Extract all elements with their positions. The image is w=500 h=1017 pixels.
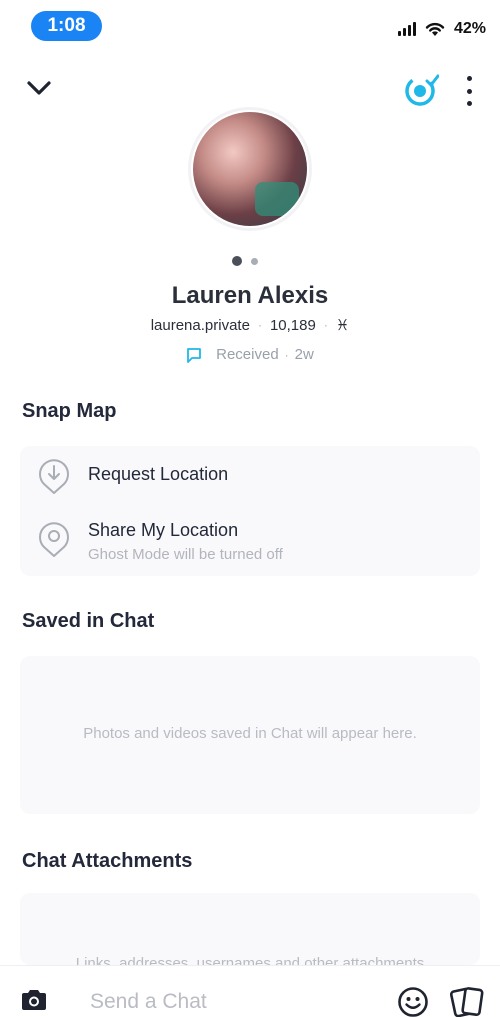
chat-bubble-icon (187, 347, 202, 363)
emoji-icon[interactable] (397, 986, 429, 1017)
profile-meta: laurena.private · 10,189 · ♓ (0, 316, 500, 335)
chat-attachments-card: Links, addresses, usernames and other at… (20, 893, 480, 965)
request-location-label: Request Location (88, 464, 229, 484)
chat-attachments-empty: Links, addresses, usernames and other at… (75, 955, 425, 965)
meta-separator: · (284, 347, 289, 362)
snap-map-card: Request Location Share My Location Ghost… (20, 446, 480, 576)
profile-name: Lauren Alexis (171, 282, 329, 309)
status-time: 1:08 (31, 11, 102, 41)
friend-check-icon[interactable] (403, 72, 439, 108)
snap-map-title: Snap Map (22, 400, 117, 422)
chat-status-age: 2w (294, 346, 314, 363)
zodiac-icon: ♓ (335, 317, 350, 334)
meta-separator: · (323, 318, 328, 332)
download-location-icon (39, 459, 69, 494)
wifi-icon (425, 22, 445, 36)
battery-level: 42% (453, 20, 486, 37)
camera-icon[interactable] (20, 988, 48, 1012)
sticker-icon[interactable] (450, 986, 484, 1017)
share-location-button[interactable]: Share My Location Ghost Mode will be tur… (20, 506, 480, 572)
chat-input[interactable] (90, 988, 370, 1016)
page-dot-inactive (251, 257, 258, 265)
share-location-subtext: Ghost Mode will be turned off (88, 546, 283, 563)
more-vertical-icon[interactable] (464, 76, 474, 106)
avatar (193, 112, 307, 226)
saved-in-chat-card: Photos and videos saved in Chat will app… (20, 656, 480, 814)
signal-icon (397, 22, 416, 36)
snap-score: 10,189 (269, 316, 316, 334)
chat-attachments-title: Chat Attachments (22, 850, 193, 872)
avatar-page-indicator (232, 256, 258, 266)
status-bar: 1:08 42% (0, 0, 500, 52)
page-dot-active (232, 256, 242, 266)
saved-in-chat-empty: Photos and videos saved in Chat will app… (83, 725, 417, 742)
location-pin-icon (39, 522, 69, 557)
status-indicators: 42% (397, 20, 486, 38)
saved-in-chat-title: Saved in Chat (22, 610, 155, 632)
meta-separator: · (257, 318, 262, 332)
chat-bar (0, 965, 500, 1017)
share-location-label: Share My Location (88, 520, 239, 540)
request-location-button[interactable]: Request Location (20, 446, 480, 504)
chevron-down-icon[interactable] (26, 78, 52, 98)
username: laurena.private (150, 316, 250, 334)
chat-status: Received · 2w (0, 346, 500, 363)
profile-avatar-ring[interactable] (188, 107, 312, 231)
chat-status-label: Received (216, 346, 279, 363)
